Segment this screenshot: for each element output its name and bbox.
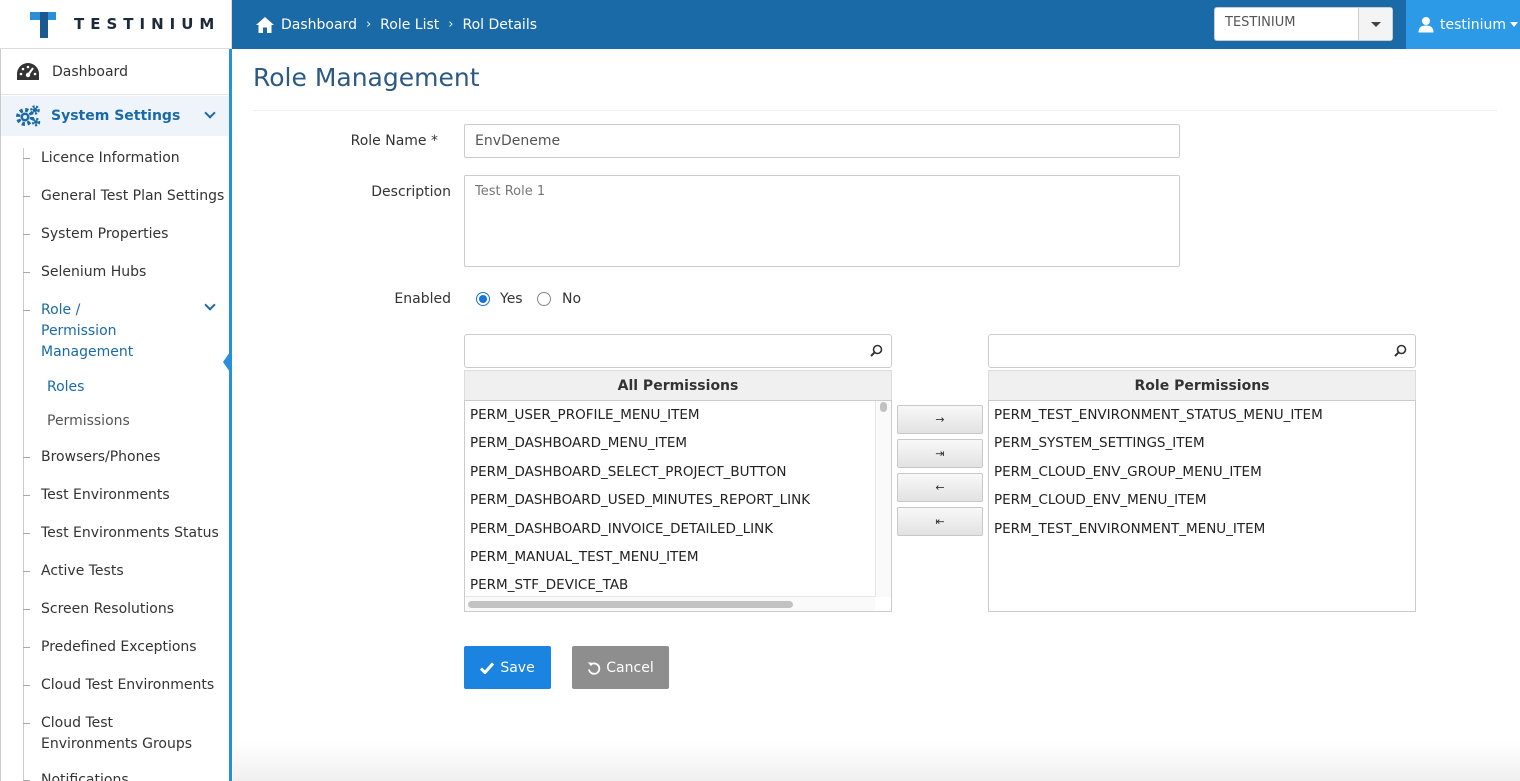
sidebar-item-test-environments-status[interactable]: Test Environments Status bbox=[23, 523, 229, 544]
permission-item[interactable]: PERM_CLOUD_ENV_GROUP_MENU_ITEM bbox=[989, 458, 1415, 486]
permission-item[interactable]: PERM_DASHBOARD_MENU_ITEM bbox=[465, 429, 891, 457]
sidebar: Dashboard System Settings Licence Inform… bbox=[0, 49, 232, 781]
sidebar-item-label: Role / Permission Management bbox=[41, 302, 134, 360]
sidebar-item-role-permission-management[interactable]: Role / Permission Management bbox=[23, 300, 155, 363]
testinium-logo-icon bbox=[30, 10, 58, 38]
permission-item[interactable]: PERM_MANUAL_TEST_MENU_ITEM bbox=[465, 543, 891, 571]
breadcrumb-separator: › bbox=[365, 17, 372, 32]
user-menu[interactable]: testinium bbox=[1406, 0, 1520, 49]
enabled-label: Enabled bbox=[394, 291, 451, 307]
user-icon bbox=[1418, 17, 1434, 33]
enabled-no-radio[interactable] bbox=[537, 292, 551, 306]
scrollbar-thumb[interactable] bbox=[468, 601, 793, 608]
bottom-shade bbox=[233, 741, 1520, 781]
check-icon bbox=[480, 662, 495, 674]
permission-item[interactable]: PERM_CLOUD_ENV_MENU_ITEM bbox=[989, 486, 1415, 514]
active-item-pointer bbox=[223, 349, 232, 375]
chevron-down-icon bbox=[204, 107, 216, 119]
divider bbox=[253, 110, 1497, 111]
breadcrumb-separator: › bbox=[448, 17, 454, 32]
sidebar-item-system-properties[interactable]: System Properties bbox=[23, 224, 229, 245]
breadcrumb-dashboard[interactable]: Dashboard bbox=[281, 17, 357, 33]
permission-item[interactable]: PERM_TEST_ENVIRONMENT_MENU_ITEM bbox=[989, 515, 1415, 543]
caret-down-icon bbox=[1370, 21, 1381, 27]
move-all-left-button[interactable]: ⇤ bbox=[897, 507, 983, 536]
search-icon bbox=[870, 344, 883, 357]
undo-icon bbox=[588, 662, 601, 675]
chevron-down-icon bbox=[204, 299, 216, 311]
sidebar-item-label: Dashboard bbox=[52, 63, 128, 80]
breadcrumb-role-list[interactable]: Role List bbox=[380, 17, 439, 33]
sidebar-item-general-test-plan-settings[interactable]: General Test Plan Settings bbox=[23, 186, 229, 207]
vertical-scrollbar[interactable] bbox=[875, 401, 891, 597]
gears-icon bbox=[16, 105, 41, 127]
sidebar-item-cloud-test-environments[interactable]: Cloud Test Environments bbox=[23, 675, 229, 696]
permission-item[interactable]: PERM_USER_PROFILE_MENU_ITEM bbox=[465, 401, 891, 429]
project-select-toggle[interactable] bbox=[1358, 8, 1392, 40]
sidebar-item-test-environments[interactable]: Test Environments bbox=[23, 485, 229, 506]
scrollbar-thumb[interactable] bbox=[880, 402, 887, 412]
brand-logo[interactable]: TESTINIUM bbox=[0, 0, 232, 49]
system-settings-submenu: Licence Information General Test Plan Se… bbox=[1, 148, 232, 781]
breadcrumb: Dashboard › Role List › Rol Details bbox=[255, 0, 537, 49]
page-title: Role Management bbox=[253, 63, 480, 92]
all-permissions-list: All Permissions PERM_USER_PROFILE_MENU_I… bbox=[464, 334, 892, 612]
sidebar-item-selenium-hubs[interactable]: Selenium Hubs bbox=[23, 262, 229, 283]
description-label: Description bbox=[371, 184, 451, 200]
sidebar-item-active-tests[interactable]: Active Tests bbox=[23, 561, 229, 582]
description-textarea[interactable]: Test Role 1 bbox=[464, 175, 1180, 267]
sidebar-item-licence-information[interactable]: Licence Information bbox=[23, 148, 229, 169]
enabled-yes-label[interactable]: Yes bbox=[500, 291, 523, 307]
sidebar-item-cloud-test-environments-groups[interactable]: Cloud Test Environments Groups bbox=[23, 713, 200, 755]
project-select-value: TESTINIUM bbox=[1225, 15, 1296, 30]
sidebar-subitem-permissions[interactable]: Permissions bbox=[25, 411, 229, 431]
permission-item[interactable]: PERM_DASHBOARD_USED_MINUTES_REPORT_LINK bbox=[465, 486, 891, 514]
breadcrumb-rol-details: Rol Details bbox=[462, 16, 538, 33]
horizontal-scrollbar[interactable] bbox=[465, 596, 875, 611]
permission-item[interactable]: PERM_DASHBOARD_SELECT_PROJECT_BUTTON bbox=[465, 458, 891, 486]
top-bar: TESTINIUM Dashboard › Role List › Rol De… bbox=[0, 0, 1520, 49]
home-icon[interactable] bbox=[255, 16, 275, 34]
sidebar-item-browsers-phones[interactable]: Browsers/Phones bbox=[23, 447, 229, 468]
sidebar-item-predefined-exceptions[interactable]: Predefined Exceptions bbox=[23, 637, 229, 658]
sidebar-subitem-roles[interactable]: Roles bbox=[25, 377, 229, 397]
save-button[interactable]: Save bbox=[464, 646, 551, 689]
save-button-label: Save bbox=[500, 659, 535, 676]
permission-item[interactable]: PERM_DASHBOARD_INVOICE_DETAILED_LINK bbox=[465, 515, 891, 543]
all-permissions-filter-input[interactable] bbox=[464, 334, 892, 368]
sidebar-item-label: System Settings bbox=[51, 108, 181, 124]
move-all-right-button[interactable]: ⇥ bbox=[897, 439, 983, 468]
all-permissions-header: All Permissions bbox=[464, 370, 892, 400]
role-permissions-header: Role Permissions bbox=[988, 370, 1416, 400]
sidebar-item-screen-resolutions[interactable]: Screen Resolutions bbox=[23, 599, 229, 620]
role-name-input[interactable]: EnvDeneme bbox=[464, 124, 1180, 158]
project-select[interactable]: TESTINIUM bbox=[1214, 7, 1393, 41]
main-content: Role Management Role Name * EnvDeneme De… bbox=[233, 49, 1520, 781]
enabled-yes-radio[interactable] bbox=[476, 292, 490, 306]
enabled-no-label[interactable]: No bbox=[562, 291, 581, 307]
dashboard-gauge-icon bbox=[17, 62, 39, 80]
role-permissions-items: PERM_TEST_ENVIRONMENT_STATUS_MENU_ITEM P… bbox=[988, 400, 1416, 612]
move-right-button[interactable]: → bbox=[897, 405, 983, 434]
cancel-button[interactable]: Cancel bbox=[572, 646, 669, 689]
all-permissions-items: PERM_USER_PROFILE_MENU_ITEM PERM_DASHBOA… bbox=[464, 400, 892, 612]
caret-down-icon bbox=[1510, 22, 1519, 27]
sidebar-item-notifications[interactable]: Notifications bbox=[23, 770, 229, 781]
role-name-label: Role Name * bbox=[350, 133, 438, 149]
brand-name: TESTINIUM bbox=[74, 15, 221, 33]
cancel-button-label: Cancel bbox=[606, 659, 654, 676]
sidebar-item-dashboard[interactable]: Dashboard bbox=[1, 49, 229, 95]
sidebar-item-system-settings[interactable]: System Settings bbox=[1, 96, 229, 136]
permission-item[interactable]: PERM_SYSTEM_SETTINGS_ITEM bbox=[989, 429, 1415, 457]
role-permissions-filter-input[interactable] bbox=[988, 334, 1416, 368]
permission-item[interactable]: PERM_TEST_ENVIRONMENT_STATUS_MENU_ITEM bbox=[989, 401, 1415, 429]
user-name: testinium bbox=[1440, 16, 1507, 33]
move-left-button[interactable]: ← bbox=[897, 473, 983, 502]
role-permissions-list: Role Permissions PERM_TEST_ENVIRONMENT_S… bbox=[988, 334, 1416, 612]
search-icon bbox=[1394, 344, 1407, 357]
